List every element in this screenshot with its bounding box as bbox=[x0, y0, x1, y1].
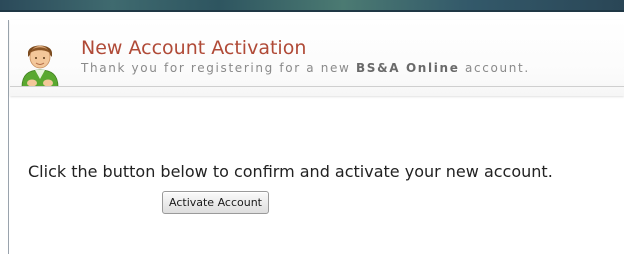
user-avatar-icon bbox=[20, 39, 60, 88]
panel-header: New Account Activation Thank you for reg… bbox=[10, 20, 624, 96]
activation-instruction: Click the button below to confirm and ac… bbox=[28, 162, 553, 181]
page-subtitle: Thank you for registering for a new BS&A… bbox=[81, 61, 530, 75]
subtitle-brand: BS&A Online bbox=[355, 61, 460, 75]
subtitle-suffix: account. bbox=[459, 61, 530, 75]
top-banner bbox=[0, 0, 624, 12]
activate-account-button[interactable]: Activate Account bbox=[162, 191, 269, 214]
activation-page: New Account Activation Thank you for reg… bbox=[0, 0, 624, 254]
page-title: New Account Activation bbox=[81, 37, 307, 59]
subtitle-prefix: Thank you for registering for a new bbox=[81, 61, 356, 75]
activation-panel: New Account Activation Thank you for reg… bbox=[10, 20, 624, 254]
header-divider bbox=[10, 86, 624, 87]
left-border bbox=[8, 20, 9, 254]
